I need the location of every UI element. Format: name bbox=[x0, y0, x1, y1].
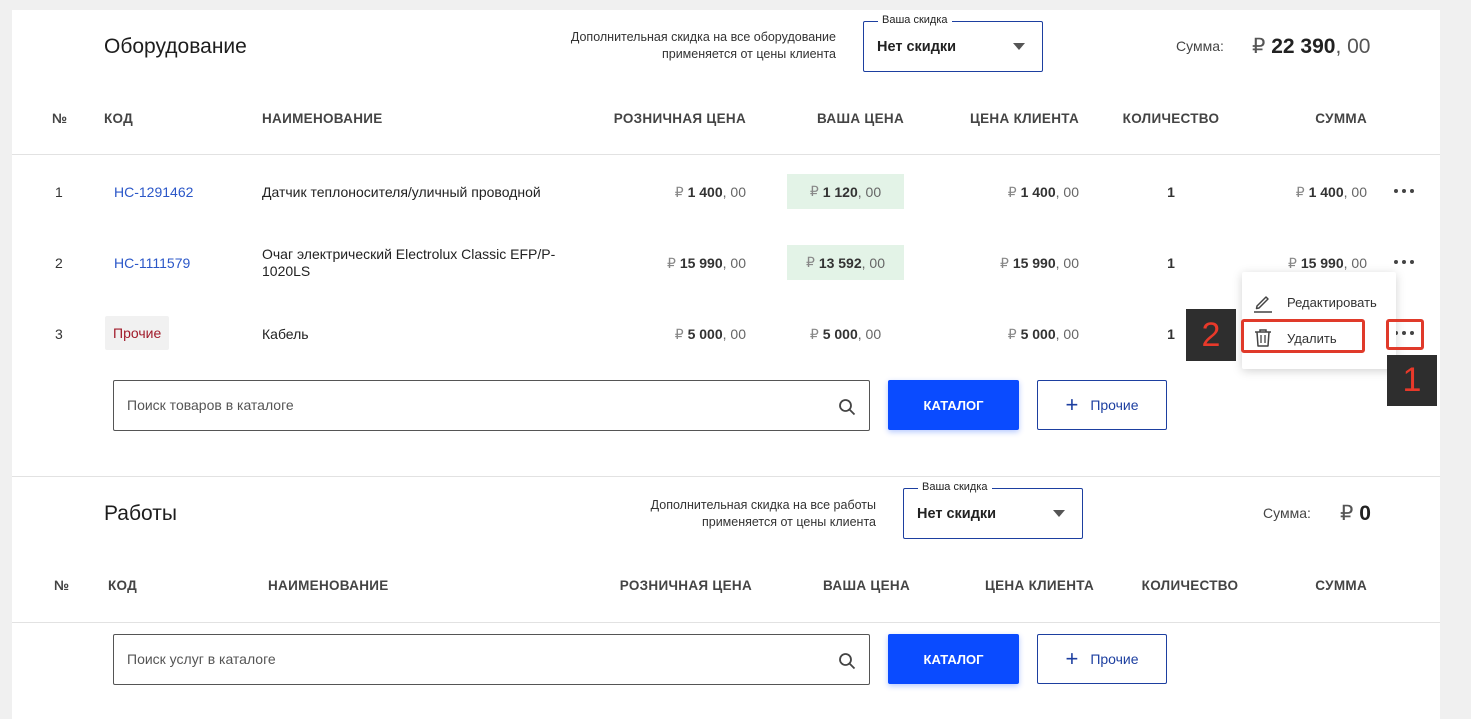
add-other-label: Прочие bbox=[1090, 651, 1139, 667]
your-price-highlight: ₽ 13 592, 00 bbox=[787, 245, 904, 280]
col-header-client-price: ЦЕНА КЛИЕНТА bbox=[984, 578, 1094, 593]
col-header-retail-price: РОЗНИЧНАЯ ЦЕНА bbox=[613, 111, 746, 126]
row-number: 2 bbox=[55, 255, 63, 271]
catalog-button[interactable]: КАТАЛОГ bbox=[888, 634, 1019, 684]
col-header-quantity: КОЛИЧЕСТВО bbox=[1141, 578, 1239, 593]
service-search-input[interactable] bbox=[127, 651, 807, 667]
estimate-card: Оборудование Дополнительная скидка на вс… bbox=[12, 10, 1440, 719]
col-header-code: КОД bbox=[108, 578, 138, 593]
more-dots-icon[interactable] bbox=[1392, 184, 1416, 198]
header-divider bbox=[12, 622, 1440, 623]
chevron-down-icon bbox=[1053, 510, 1065, 517]
quantity: 1 bbox=[1167, 184, 1175, 200]
annotation-badge-2: 2 bbox=[1186, 309, 1236, 361]
col-header-no: № bbox=[52, 111, 68, 126]
plus-icon: + bbox=[1065, 646, 1079, 671]
works-sum-label: Сумма: bbox=[1263, 505, 1311, 521]
header-divider bbox=[12, 154, 1440, 155]
product-search-input[interactable] bbox=[127, 397, 807, 413]
discount-select-value: Нет скидки bbox=[917, 506, 997, 522]
product-name: Очаг электрический Electrolux Classic EF… bbox=[262, 246, 556, 279]
product-code-link[interactable]: НС-1291462 bbox=[114, 184, 193, 200]
equipment-sum-value: ₽ 22 390, 00 bbox=[1252, 35, 1371, 58]
works-sum-value: ₽ 0 bbox=[1340, 502, 1371, 525]
other-code-chip: Прочие bbox=[105, 316, 170, 350]
equipment-title: Оборудование bbox=[104, 35, 247, 58]
product-code-link[interactable]: НС-1111579 bbox=[114, 255, 190, 271]
works-discount-note: Дополнительная скидка на все работы прим… bbox=[650, 498, 876, 529]
client-price: ₽ 5 000, 00 bbox=[1007, 326, 1079, 342]
row-sum: ₽ 1 400, 00 bbox=[1295, 184, 1367, 200]
more-dots-icon[interactable] bbox=[1392, 255, 1416, 269]
search-icon[interactable] bbox=[838, 652, 856, 670]
row-number: 3 bbox=[55, 326, 63, 342]
equipment-discount-select[interactable]: Ваша скидка Нет скидки bbox=[863, 14, 1043, 72]
section-divider bbox=[12, 476, 1440, 477]
menu-item-edit[interactable]: Редактировать bbox=[1242, 284, 1396, 320]
retail-price: ₽ 5 000, 00 bbox=[674, 326, 746, 342]
col-header-retail-price: РОЗНИЧНАЯ ЦЕНА bbox=[619, 578, 752, 593]
annotation-highlight-delete bbox=[1241, 319, 1365, 353]
col-header-your-price: ВАША ЦЕНА bbox=[817, 111, 904, 126]
annotation-highlight-more bbox=[1386, 319, 1424, 350]
client-price: ₽ 1 400, 00 bbox=[1007, 184, 1079, 200]
col-header-client-price: ЦЕНА КЛИЕНТА bbox=[969, 111, 1079, 126]
search-icon[interactable] bbox=[838, 398, 856, 416]
add-other-button[interactable]: + Прочие bbox=[1037, 634, 1167, 684]
col-header-sum: СУММА bbox=[1315, 111, 1367, 126]
row-number: 1 bbox=[55, 184, 63, 200]
col-header-sum: СУММА bbox=[1315, 578, 1367, 593]
your-price: ₽ 5 000, 00 bbox=[809, 326, 882, 342]
product-search-field[interactable] bbox=[113, 380, 870, 431]
your-price-highlight: ₽ 1 120, 00 bbox=[787, 174, 904, 209]
works-discount-select[interactable]: Ваша скидка Нет скидки bbox=[903, 481, 1083, 539]
product-name: Датчик теплоносителя/уличный проводной bbox=[262, 184, 541, 200]
discount-select-legend: Ваша скидка bbox=[918, 481, 992, 493]
pencil-icon bbox=[1254, 296, 1272, 313]
col-header-your-price: ВАША ЦЕНА bbox=[823, 578, 910, 593]
retail-price: ₽ 1 400, 00 bbox=[674, 184, 746, 200]
col-header-code: КОД bbox=[104, 111, 134, 126]
col-header-quantity: КОЛИЧЕСТВО bbox=[1122, 111, 1220, 126]
plus-icon: + bbox=[1065, 392, 1079, 417]
col-header-name: НАИМЕНОВАНИЕ bbox=[268, 578, 389, 593]
catalog-button[interactable]: КАТАЛОГ bbox=[888, 380, 1019, 430]
client-price: ₽ 15 990, 00 bbox=[1000, 255, 1079, 271]
equipment-discount-note: Дополнительная скидка на все оборудовани… bbox=[570, 30, 836, 61]
discount-select-value: Нет скидки bbox=[877, 39, 957, 55]
col-header-name: НАИМЕНОВАНИЕ bbox=[262, 111, 383, 126]
annotation-badge-1: 1 bbox=[1387, 355, 1437, 406]
discount-select-legend: Ваша скидка bbox=[878, 14, 952, 26]
service-search-field[interactable] bbox=[113, 634, 870, 685]
menu-item-edit-label: Редактировать bbox=[1287, 295, 1377, 310]
add-other-label: Прочие bbox=[1090, 397, 1139, 413]
add-other-button[interactable]: + Прочие bbox=[1037, 380, 1167, 430]
col-header-no: № bbox=[54, 578, 70, 593]
quantity: 1 bbox=[1167, 255, 1175, 271]
quantity: 1 bbox=[1167, 326, 1175, 342]
row-sum: ₽ 15 990, 00 bbox=[1288, 255, 1367, 271]
equipment-sum-label: Сумма: bbox=[1176, 38, 1224, 54]
works-title: Работы bbox=[104, 502, 177, 525]
retail-price: ₽ 15 990, 00 bbox=[667, 255, 746, 271]
product-name: Кабель bbox=[262, 326, 309, 342]
chevron-down-icon bbox=[1013, 43, 1025, 50]
